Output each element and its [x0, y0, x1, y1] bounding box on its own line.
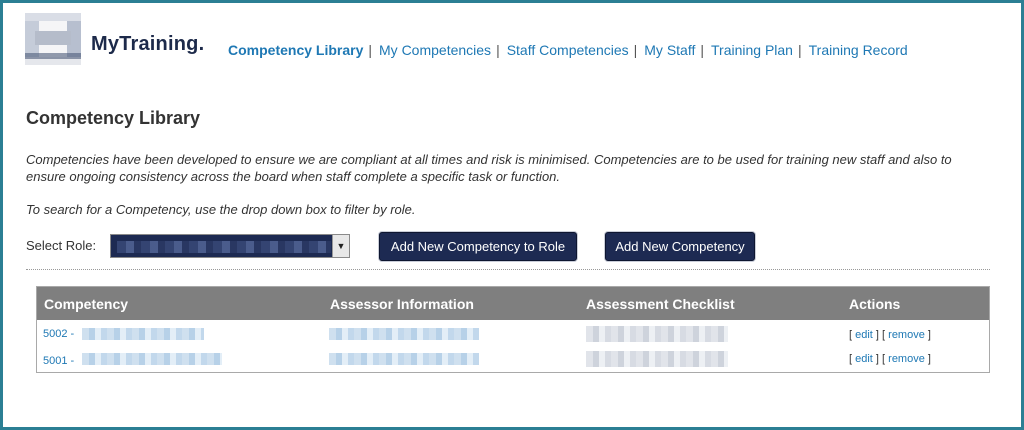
row-actions: [ edit ] [ remove ] — [849, 329, 931, 341]
remove-link[interactable]: remove — [888, 329, 925, 341]
filter-hint: To search for a Competency, use the drop… — [26, 202, 416, 217]
nav-item-my-staff[interactable]: My Staff — [644, 42, 695, 58]
table-row: 5002 - [ edit ] [ remove ] — [37, 322, 989, 349]
competency-id-link[interactable]: 5001 - — [43, 355, 74, 367]
nav-separator: | — [633, 42, 638, 58]
competency-table: Competency Assessor Information Assessme… — [36, 286, 990, 373]
assessor-information — [329, 328, 479, 340]
nav-item-training-plan[interactable]: Training Plan — [711, 42, 793, 58]
edit-link[interactable]: edit — [855, 353, 873, 365]
nav-item-competency-library[interactable]: Competency Library — [228, 42, 363, 58]
column-header-actions: Actions — [849, 296, 901, 312]
nav-separator: | — [368, 42, 373, 58]
chevron-down-icon[interactable]: ▼ — [332, 235, 349, 257]
competency-name-link[interactable] — [82, 328, 204, 340]
assessment-checklist — [586, 326, 728, 342]
column-header-competency: Competency — [44, 296, 129, 312]
divider — [26, 269, 990, 270]
intro-text: Competencies have been developed to ensu… — [26, 152, 952, 184]
assessment-checklist — [586, 351, 728, 367]
page-title: Competency Library — [26, 108, 201, 128]
table-row: 5001 - [ edit ] [ remove ] — [37, 349, 989, 376]
nav-separator: | — [700, 42, 704, 58]
main-nav: Competency Library | My Competencies | Staff… — [228, 42, 908, 58]
nav-item-training-record[interactable]: Training Record — [809, 42, 908, 58]
assessor-information — [329, 353, 479, 365]
add-competency-to-role-button[interactable]: Add New Competency to Role — [379, 232, 577, 261]
row-actions: [ edit ] [ remove ] — [849, 353, 931, 365]
nav-separator: | — [496, 42, 500, 58]
nav-separator: | — [797, 42, 802, 58]
brand-name: MyTraining. — [91, 33, 205, 55]
selected-role-value — [117, 241, 331, 253]
table-header: Competency Assessor Information Assessme… — [37, 287, 989, 320]
add-new-competency-button[interactable]: Add New Competency — [605, 232, 755, 261]
logo-icon — [25, 13, 81, 65]
competency-id-link[interactable]: 5002 - — [43, 328, 74, 340]
competency-name-link[interactable] — [82, 353, 222, 365]
column-header-assessor-information: Assessor Information — [330, 296, 474, 312]
app-frame: MyTraining. Competency Library | My Compet… — [0, 0, 1024, 430]
nav-item-staff-competencies[interactable]: Staff Competencies — [507, 42, 629, 58]
remove-link[interactable]: remove — [888, 353, 925, 365]
role-select[interactable]: ▼ — [110, 234, 350, 258]
select-role-label: Select Role: — [26, 238, 97, 253]
nav-item-my-competencies[interactable]: My Competencies — [379, 42, 491, 58]
column-header-assessment-checklist: Assessment Checklist — [586, 296, 735, 312]
edit-link[interactable]: edit — [855, 329, 873, 341]
